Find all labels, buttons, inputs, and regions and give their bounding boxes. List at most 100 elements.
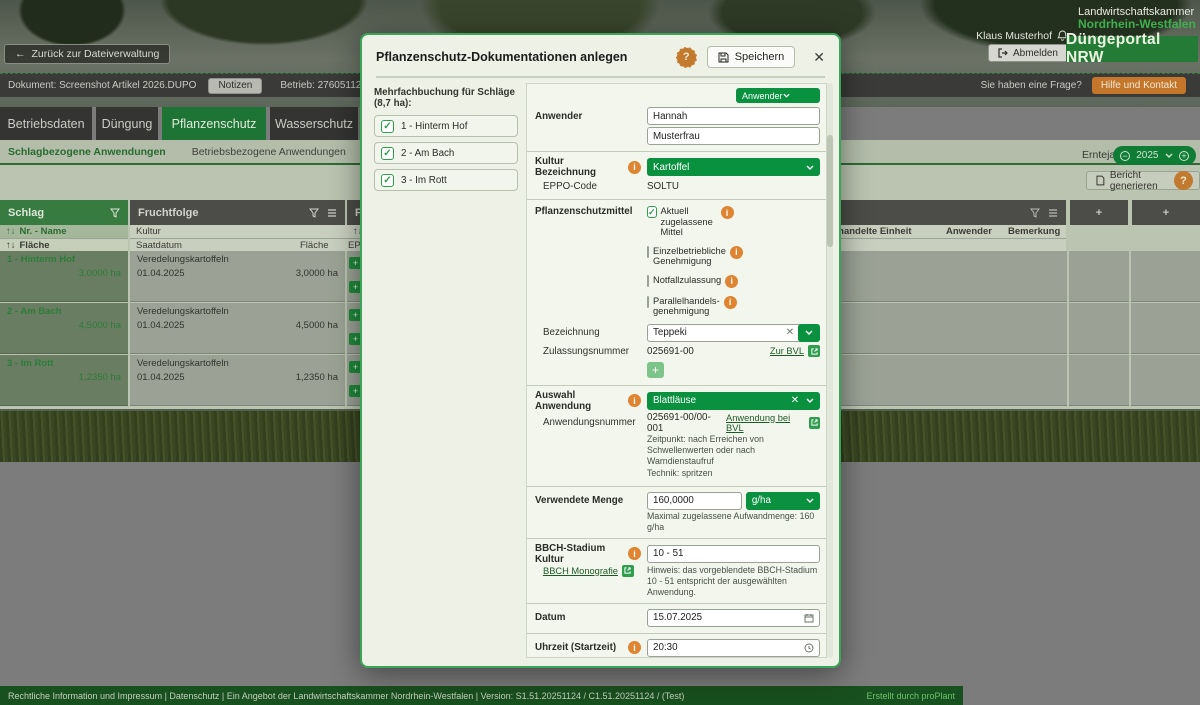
section-anwender: Anwender Anwender — [527, 84, 826, 151]
subtab-schlagbezogene[interactable]: Schlagbezogene Anwendungen — [8, 146, 166, 158]
checkbox-parallel[interactable]: Parallelhandels- genehmigung i — [647, 294, 734, 319]
section-uhrzeit: Uhrzeit (Startzeit)i Hinweis: Anwendung … — [527, 633, 826, 659]
anwender-type-select[interactable]: Anwender — [736, 88, 820, 103]
form-scrollbar-thumb[interactable] — [827, 135, 833, 247]
column-header-schlag[interactable]: Schlag — [0, 200, 128, 225]
tab-betriebsdaten[interactable]: Betriebsdaten — [0, 107, 92, 140]
anwendung-select[interactable]: Blattläuse ✕ — [647, 392, 820, 410]
right-header-icons — [1020, 200, 1066, 225]
save-button[interactable]: Speichern — [707, 46, 796, 68]
plot-checkbox-row[interactable]: ✓ 3 - Im Rott — [374, 169, 518, 191]
clock-icon[interactable] — [804, 643, 814, 653]
notes-button[interactable]: Notizen — [208, 78, 262, 94]
external-link-icon[interactable] — [809, 417, 820, 429]
info-icon[interactable]: i — [628, 161, 641, 174]
dialog-help-icon[interactable]: ? — [676, 47, 697, 68]
checkbox-einzel[interactable]: Einzelbetriebliche Genehmigung i — [647, 244, 734, 269]
external-link-icon[interactable] — [808, 345, 820, 357]
sort-icon[interactable]: ↑↓ — [6, 240, 16, 251]
menge-label: Verwendete Menge — [535, 495, 623, 506]
add-column-button[interactable]: + — [1070, 200, 1128, 225]
back-button-label: Zurück zur Dateiverwaltung — [32, 48, 160, 60]
calendar-icon[interactable] — [804, 613, 814, 623]
checkbox-empty-icon[interactable] — [647, 296, 649, 308]
info-icon[interactable]: i — [628, 394, 641, 407]
footer-info[interactable]: Rechtliche Information und Impressum | D… — [8, 691, 684, 701]
bbch-input[interactable] — [647, 545, 820, 563]
fruchtfolge-cell[interactable]: Veredelungskartoffeln 01.04.2025 1,2350 … — [130, 355, 345, 406]
info-icon[interactable]: i — [730, 246, 743, 259]
info-icon[interactable]: i — [725, 275, 738, 288]
filter-icon[interactable] — [110, 208, 120, 218]
kultur-value: Veredelungskartoffeln — [137, 358, 338, 369]
plot-checkbox-row[interactable]: ✓ 2 - Am Bach — [374, 142, 518, 164]
anwender-first-input[interactable] — [647, 107, 820, 125]
subheader-nr-name[interactable]: ↑↓ Nr. - Name — [0, 225, 128, 238]
subheader-bemerkung: Bemerkung — [1002, 225, 1066, 238]
info-icon[interactable]: i — [628, 547, 641, 560]
mittel-select-button[interactable] — [798, 324, 820, 342]
checkbox-checked-icon[interactable]: ✓ — [381, 174, 394, 187]
mittel-input[interactable] — [647, 324, 802, 342]
add-mittel-button[interactable]: + — [647, 362, 664, 378]
info-icon[interactable]: i — [724, 296, 737, 309]
back-to-file-management-button[interactable]: ← Zurück zur Dateiverwaltung — [4, 44, 170, 64]
tab-wasserschutz[interactable]: Wasserschutz — [270, 107, 358, 140]
info-icon[interactable]: i — [721, 206, 734, 219]
erntejahr-selector[interactable]: − 2025 + — [1113, 146, 1196, 165]
fruchtfolge-cell[interactable]: Veredelungskartoffeln 01.04.2025 3,0000 … — [130, 251, 345, 302]
clear-icon[interactable]: ✕ — [786, 327, 794, 338]
checkbox-notfall[interactable]: Notfallzulassung i — [647, 273, 734, 290]
tab-pflanzenschutz[interactable]: Pflanzenschutz — [162, 107, 266, 140]
external-link-icon[interactable] — [622, 565, 634, 577]
schlag-name: 1 - Hinterm Hof — [7, 254, 121, 265]
schlag-cell[interactable]: 2 - Am Bach 4,5000 ha — [0, 303, 128, 354]
close-icon[interactable]: ✕ — [809, 47, 829, 68]
checkbox-aktuell[interactable]: ✓ Aktuell zugelassene Mittel i — [647, 204, 734, 240]
anwender-last-input[interactable] — [647, 127, 820, 145]
anwendung-bvl-link[interactable]: Anwendung bei BVL — [726, 413, 805, 433]
subheader-flaeche[interactable]: ↑↓ Fläche — [0, 238, 128, 251]
column-divider — [1067, 225, 1069, 408]
subtab-betriebsbezogene[interactable]: Betriebsbezogene Anwendungen — [192, 146, 346, 158]
checkbox-checked-icon[interactable]: ✓ — [647, 206, 657, 218]
uhrzeit-input[interactable] — [647, 639, 820, 657]
tab-duengung[interactable]: Düngung — [96, 107, 158, 140]
schlag-area: 4,5000 ha — [7, 320, 121, 331]
year-plus-icon[interactable]: + — [1179, 151, 1189, 161]
logout-button[interactable]: Abmelden — [988, 44, 1068, 62]
section-psm: Pflanzenschutzmittel ✓ Aktuell zugelasse… — [527, 199, 826, 385]
checkbox-empty-icon[interactable] — [647, 275, 649, 287]
schlag-cell[interactable]: 1 - Hinterm Hof 3,0000 ha — [0, 251, 128, 302]
filter-icon[interactable] — [1030, 208, 1040, 218]
help-contact-button[interactable]: Hilfe und Kontakt — [1092, 77, 1186, 94]
anwendungsnr-label: Anwendungsnummer — [535, 417, 636, 428]
add-column-button[interactable]: + — [1132, 200, 1200, 225]
checkbox-checked-icon[interactable]: ✓ — [381, 147, 394, 160]
menu-icon[interactable] — [1048, 209, 1058, 217]
fruchtfolge-cell[interactable]: Veredelungskartoffeln 01.04.2025 4,5000 … — [130, 303, 345, 354]
checkbox-checked-icon[interactable]: ✓ — [381, 120, 394, 133]
kultur-select[interactable]: Kartoffel — [647, 158, 820, 176]
report-help-icon[interactable]: ? — [1174, 171, 1193, 190]
bvl-link[interactable]: Zur BVL — [770, 346, 804, 356]
filter-icon[interactable] — [309, 208, 319, 218]
column-header-fruchtfolge[interactable]: Fruchtfolge — [130, 200, 345, 225]
datum-input[interactable] — [647, 609, 820, 627]
multibooking-heading: Mehrfachbuchung für Schläge (8,7 ha): — [374, 87, 518, 109]
chevron-down-icon — [806, 498, 814, 503]
kultur-value: Veredelungskartoffeln — [137, 306, 338, 317]
year-minus-icon[interactable]: − — [1120, 151, 1130, 161]
sort-icon[interactable]: ↑↓ — [6, 226, 16, 237]
schlag-cell[interactable]: 3 - Im Rott 1,2350 ha — [0, 355, 128, 406]
menge-input[interactable] — [647, 492, 742, 510]
footer: Rechtliche Information und Impressum | D… — [0, 686, 963, 705]
info-icon[interactable]: i — [628, 641, 641, 654]
bbch-monografie-link[interactable]: BBCH Monografie — [543, 566, 618, 576]
plot-checkbox-row[interactable]: ✓ 1 - Hinterm Hof — [374, 115, 518, 137]
menu-icon[interactable] — [327, 209, 337, 217]
kultur-label: Kultur Bezeichnung — [535, 156, 624, 178]
menge-unit-select[interactable]: g/ha — [746, 492, 820, 510]
clear-icon[interactable]: ✕ — [791, 395, 799, 406]
checkbox-empty-icon[interactable] — [647, 246, 649, 258]
